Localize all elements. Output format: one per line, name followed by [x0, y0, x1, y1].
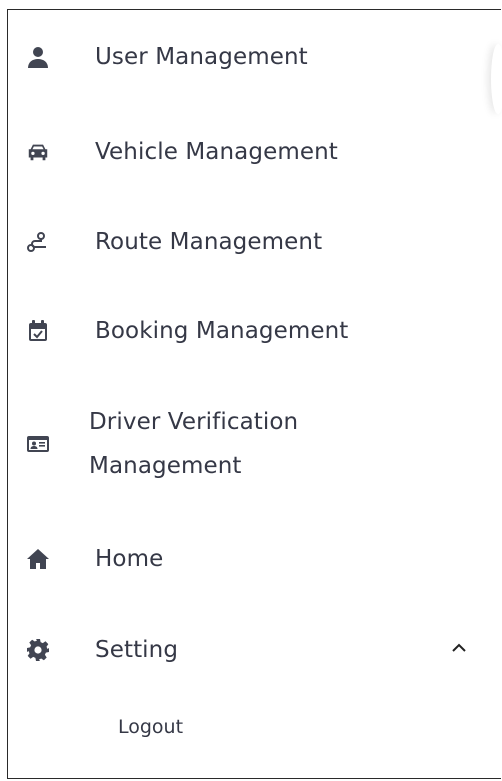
- menu-item-driver-verification-management[interactable]: Driver Verification Management: [25, 400, 482, 488]
- calendar-check-icon: [25, 318, 51, 344]
- id-card-icon: [25, 431, 51, 457]
- route-icon: [25, 229, 51, 255]
- submenu-item-logout[interactable]: Logout: [118, 716, 183, 738]
- menu-item-label: Route Management: [95, 229, 323, 255]
- home-icon: [25, 546, 51, 572]
- gear-icon: [25, 637, 51, 663]
- adjacent-panel-edge: [491, 44, 502, 114]
- menu-item-booking-management[interactable]: Booking Management: [25, 318, 482, 344]
- label-line-1: Driver Verification: [89, 409, 299, 435]
- car-icon: [25, 139, 51, 165]
- menu-item-label: Driver Verification Management: [89, 400, 298, 488]
- menu-item-label: Vehicle Management: [95, 139, 338, 165]
- user-icon: [25, 44, 51, 70]
- menu-item-label: Setting: [95, 637, 179, 663]
- menu-item-label: Booking Management: [95, 318, 349, 344]
- menu-item-vehicle-management[interactable]: Vehicle Management: [25, 139, 482, 165]
- menu-item-label: Home: [95, 546, 164, 572]
- menu-item-setting[interactable]: Setting: [25, 637, 482, 663]
- chevron-up-icon[interactable]: [450, 639, 468, 657]
- sidebar-menu: [7, 9, 501, 779]
- menu-item-label: User Management: [95, 44, 308, 70]
- menu-item-route-management[interactable]: Route Management: [25, 229, 482, 255]
- menu-item-user-management[interactable]: User Management: [25, 44, 482, 70]
- submenu-item-label: Logout: [118, 716, 184, 738]
- label-line-2: Management: [89, 453, 242, 479]
- menu-item-home[interactable]: Home: [25, 546, 482, 572]
